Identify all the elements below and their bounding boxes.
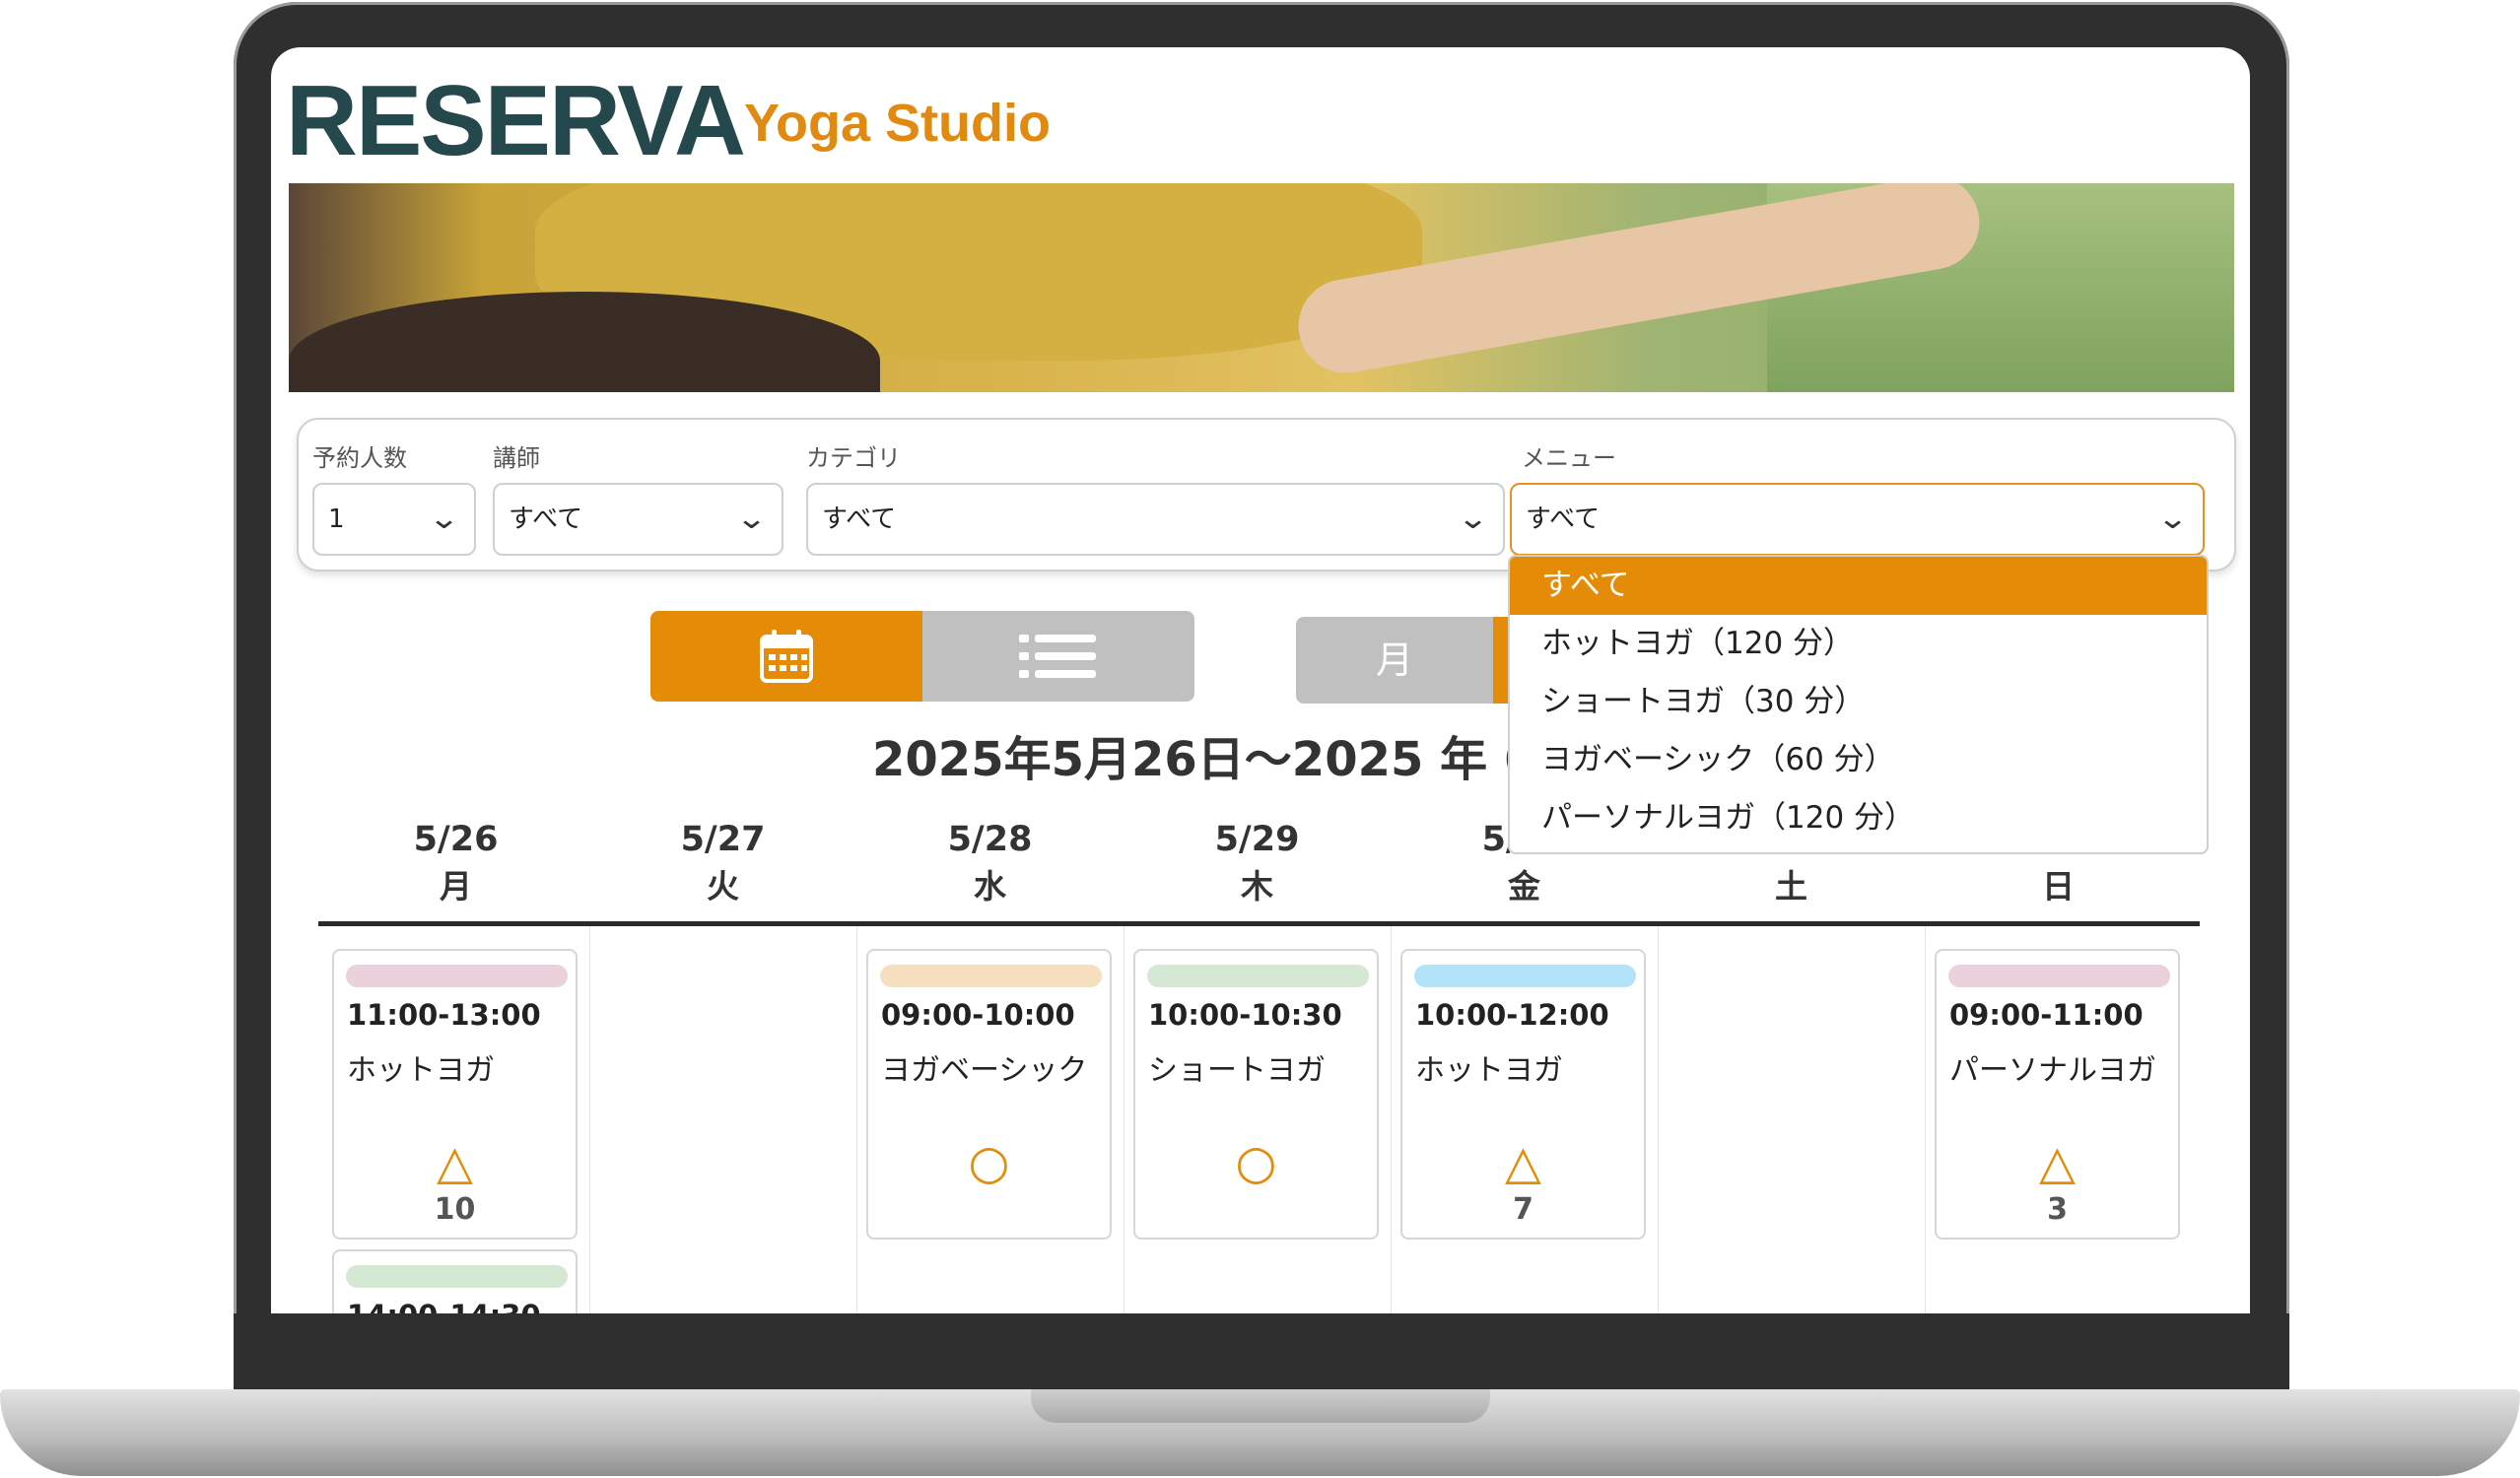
chevron-down-icon: ⌄ [735,502,768,536]
column-divider [1391,926,1392,1313]
event-color-bar [880,965,1102,987]
event-card[interactable]: 11:00-13:00 ホットヨガ △ 10 [332,949,578,1240]
event-card[interactable]: 14:00-14:30 [332,1249,578,1313]
day-weekday: 日 [2042,867,2075,906]
people-label: 予約人数 [312,444,407,472]
laptop-notch [1031,1389,1490,1423]
remaining-count: 10 [434,1192,476,1227]
event-card[interactable]: 10:00-12:00 ホットヨガ △ 7 [1400,949,1646,1240]
day-date: 5/27 [680,820,766,859]
availability-circle-icon: ○ [1235,1135,1277,1190]
date-range-heading: 2025年5月26日～2025 年 6 [872,732,1537,787]
day-weekday: 水 [974,867,1006,906]
event-color-bar [346,1265,568,1288]
event-time: 14:00-14:30 [347,1299,541,1313]
chevron-down-icon: ⌄ [1457,502,1489,536]
menu-option-all[interactable]: すべて [1510,557,2207,615]
instructor-select[interactable]: すべて ⌄ [493,483,783,556]
event-title: ヨガベーシック [881,1053,1088,1088]
event-card[interactable]: 09:00-11:00 パーソナルヨガ △ 3 [1935,949,2180,1240]
menu-dropdown: すべて ホットヨガ（120 分） ショートヨガ（30 分） ヨガベーシック（60… [1508,555,2209,854]
people-select-value: 1 [328,504,345,534]
day-date: 5/26 [413,820,499,859]
category-label: カテゴリ [806,444,901,472]
event-color-bar [346,965,568,987]
day-weekday: 火 [707,867,739,906]
event-time: 10:00-12:00 [1415,998,1609,1032]
day-date: 5/28 [947,820,1033,859]
laptop-bezel-bottom [234,1313,2289,1390]
event-title: ホットヨガ [1415,1053,1563,1088]
calendar-icon [760,630,813,683]
instructor-label: 講師 [493,444,540,472]
month-view-button[interactable]: 月 [1296,617,1493,704]
category-select[interactable]: すべて ⌄ [806,483,1505,556]
day-header: 5/29 木 [1124,816,1391,910]
calendar-header-divider [318,921,2200,926]
column-divider [856,926,857,1313]
hero-banner-image [289,183,2234,392]
list-view-button[interactable] [922,611,1194,702]
event-card[interactable]: 09:00-10:00 ヨガベーシック ○ [866,949,1112,1240]
availability-triangle-icon: △ [437,1135,473,1190]
screen: RESERVA Yoga Studio 予約人数 1 ⌄ 講師 すべて ⌄ カテ… [271,47,2250,1313]
day-header: 5/26 月 [322,816,589,910]
column-divider [589,926,590,1313]
menu-option-hot-yoga[interactable]: ホットヨガ（120 分） [1510,615,2207,673]
event-color-bar [1414,965,1636,987]
remaining-count: 7 [1513,1192,1533,1227]
event-time: 10:00-10:30 [1148,998,1342,1032]
event-color-bar [1147,965,1369,987]
menu-option-short-yoga[interactable]: ショートヨガ（30 分） [1510,673,2207,731]
event-time: 09:00-11:00 [1949,998,2144,1032]
event-title: パーソナルヨガ [1949,1053,2156,1088]
menu-label: メニュー [1522,444,1616,472]
day-header: 5/28 水 [856,816,1124,910]
menu-select-value: すべて [1526,504,1601,534]
remaining-count: 3 [2047,1192,2068,1227]
event-time: 11:00-13:00 [347,998,541,1032]
event-title: ホットヨガ [347,1053,495,1088]
chevron-down-icon: ⌄ [2156,502,2189,536]
day-date: 5/29 [1214,820,1300,859]
column-divider [1658,926,1659,1313]
studio-name: Yoga Studio [744,94,1051,153]
menu-option-personal-yoga[interactable]: パーソナルヨガ（120 分） [1510,789,2207,847]
availability-triangle-icon: △ [1505,1135,1541,1190]
category-select-value: すべて [822,504,897,534]
day-weekday: 土 [1775,867,1807,906]
calendar-view-button[interactable] [650,611,922,702]
logo[interactable]: RESERVA [286,67,746,175]
column-divider [1925,926,1926,1313]
day-weekday: 金 [1508,867,1540,906]
instructor-select-value: すべて [509,504,583,534]
day-header: 5/27 火 [589,816,856,910]
event-title: ショートヨガ [1148,1053,1326,1088]
menu-select[interactable]: すべて ⌄ [1510,483,2205,556]
day-weekday: 木 [1241,867,1273,906]
event-card[interactable]: 10:00-10:30 ショートヨガ ○ [1133,949,1379,1240]
availability-circle-icon: ○ [968,1135,1010,1190]
availability-triangle-icon: △ [2039,1135,2076,1190]
chevron-down-icon: ⌄ [428,502,460,536]
people-select[interactable]: 1 ⌄ [312,483,476,556]
list-icon [1019,635,1096,678]
event-time: 09:00-10:00 [881,998,1075,1032]
day-weekday: 月 [440,867,472,906]
event-color-bar [1948,965,2170,987]
menu-option-yoga-basic[interactable]: ヨガベーシック（60 分） [1510,731,2207,789]
